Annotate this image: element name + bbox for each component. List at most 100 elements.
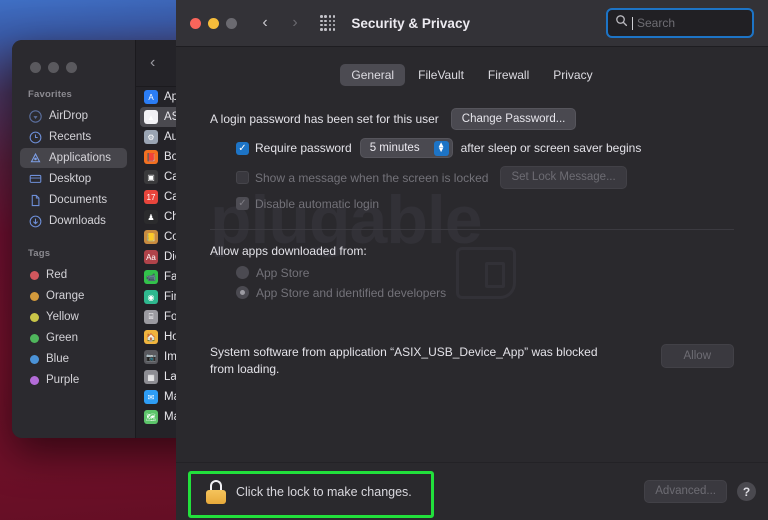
search-icon xyxy=(615,14,628,32)
require-password-checkbox[interactable]: ✓ xyxy=(236,142,249,155)
allow-option-label: App Store and identified developers xyxy=(256,286,446,300)
sidebar-item-label: Documents xyxy=(49,194,107,206)
back-button[interactable]: ‹ xyxy=(256,15,274,31)
sidebar-item-documents[interactable]: Documents xyxy=(20,190,127,210)
disable-auto-login-checkbox[interactable]: ✓ xyxy=(236,197,249,210)
app-icon: ⌸ xyxy=(144,310,158,324)
allow-apps-header-row: Allow apps downloaded from: xyxy=(210,244,734,258)
finder-zoom-button[interactable] xyxy=(66,62,77,73)
security-privacy-window[interactable]: ‹ › Security & Privacy Search plugable G… xyxy=(176,0,768,520)
require-password-label: Require password xyxy=(255,141,352,155)
tab-bar[interactable]: General FileVault Firewall Privacy xyxy=(176,47,768,86)
sidebar-tag-label: Blue xyxy=(46,353,69,365)
tab-filevault[interactable]: FileVault xyxy=(407,64,475,86)
require-password-suffix: after sleep or screen saver begins xyxy=(461,141,642,155)
sidebar-item-recents[interactable]: Recents xyxy=(20,127,127,147)
sidebar-item-label: AirDrop xyxy=(49,110,88,122)
sidebar-tag-yellow[interactable]: Yellow xyxy=(20,307,127,327)
sidebar-tag-label: Yellow xyxy=(46,311,79,323)
sidebar-tag-label: Purple xyxy=(46,374,79,386)
allow-option-identified-developers[interactable]: App Store and identified developers xyxy=(210,286,734,300)
finder-back-icon[interactable]: ‹ xyxy=(150,55,155,71)
sidebar-tag-red[interactable]: Red xyxy=(20,265,127,285)
tag-dot-icon xyxy=(30,292,39,301)
show-lock-message-row[interactable]: Show a message when the screen is locked… xyxy=(210,166,734,188)
stepper-icon[interactable]: ▲▼ xyxy=(434,141,449,156)
page-title: Security & Privacy xyxy=(351,16,470,31)
allow-option-app-store[interactable]: App Store xyxy=(210,266,734,280)
lock-control[interactable]: Click the lock to make changes. xyxy=(176,480,412,504)
allow-option-label: App Store xyxy=(256,266,309,280)
app-icon: 📕 xyxy=(144,150,158,164)
sidebar-item-label: Desktop xyxy=(49,173,91,185)
login-password-text: A login password has been set for this u… xyxy=(210,112,439,126)
disable-auto-login-label: Disable automatic login xyxy=(255,197,379,211)
finder-window-controls[interactable] xyxy=(12,40,135,73)
radio-app-store[interactable] xyxy=(236,266,249,279)
tag-dot-icon xyxy=(30,355,39,364)
app-icon: 17 xyxy=(144,190,158,204)
closed-padlock-icon[interactable] xyxy=(206,480,226,504)
password-interval-dropdown[interactable]: 5 minutes ▲▼ xyxy=(360,138,453,158)
app-icon: 🏠 xyxy=(144,330,158,344)
tab-general[interactable]: General xyxy=(340,64,405,86)
desktop-icon xyxy=(28,172,42,186)
sidebar-item-downloads[interactable]: Downloads xyxy=(20,211,127,231)
set-lock-message-button[interactable]: Set Lock Message... xyxy=(500,166,626,188)
radio-identified-developers[interactable] xyxy=(236,286,249,299)
finder-close-button[interactable] xyxy=(30,62,41,73)
bottom-right-controls: Advanced... ? xyxy=(644,480,756,502)
prefs-titlebar: ‹ › Security & Privacy Search xyxy=(176,0,768,47)
app-icon: 📹 xyxy=(144,270,158,284)
sidebar-tag-purple[interactable]: Purple xyxy=(20,370,127,390)
app-icon: ▦ xyxy=(144,370,158,384)
password-interval-value: 5 minutes xyxy=(370,142,420,154)
text-caret xyxy=(632,17,633,30)
forward-button[interactable]: › xyxy=(286,15,304,31)
general-panel: A login password has been set for this u… xyxy=(176,86,768,378)
sidebar-tag-label: Red xyxy=(46,269,67,281)
applications-icon xyxy=(28,151,42,165)
sidebar-item-desktop[interactable]: Desktop xyxy=(20,169,127,189)
document-icon xyxy=(28,193,42,207)
show-lock-message-label: Show a message when the screen is locked xyxy=(255,171,488,185)
app-icon: ✉ xyxy=(144,390,158,404)
close-button[interactable] xyxy=(190,18,201,29)
sidebar-tag-label: Green xyxy=(46,332,78,344)
sidebar-item-airdrop[interactable]: AirDrop xyxy=(20,106,127,126)
tab-firewall[interactable]: Firewall xyxy=(477,64,540,86)
app-icon: ▣ xyxy=(144,170,158,184)
download-icon xyxy=(28,214,42,228)
advanced-button[interactable]: Advanced... xyxy=(644,480,727,502)
app-icon: ♟ xyxy=(144,210,158,224)
app-icon: Aa xyxy=(144,250,158,264)
search-field[interactable]: Search xyxy=(606,8,754,38)
show-lock-message-checkbox[interactable] xyxy=(236,171,249,184)
require-password-row[interactable]: ✓ Require password 5 minutes ▲▼ after sl… xyxy=(210,138,734,158)
sidebar-tag-blue[interactable]: Blue xyxy=(20,349,127,369)
help-button[interactable]: ? xyxy=(737,482,756,501)
minimize-button[interactable] xyxy=(208,18,219,29)
search-input[interactable]: Search xyxy=(637,16,675,30)
sidebar-item-applications[interactable]: Applications xyxy=(20,148,127,168)
tab-privacy[interactable]: Privacy xyxy=(542,64,603,86)
allow-apps-header: Allow apps downloaded from: xyxy=(210,244,367,258)
finder-minimize-button[interactable] xyxy=(48,62,59,73)
sidebar-tag-green[interactable]: Green xyxy=(20,328,127,348)
sidebar-tag-label: Orange xyxy=(46,290,84,302)
finder-sidebar: Favorites AirDrop Recents Applications D… xyxy=(12,40,135,438)
favorites-header: Favorites xyxy=(12,73,135,105)
sidebar-item-label: Downloads xyxy=(49,215,106,227)
disable-auto-login-row[interactable]: ✓ Disable automatic login xyxy=(210,197,734,211)
clock-icon xyxy=(28,130,42,144)
change-password-button[interactable]: Change Password... xyxy=(451,108,577,130)
app-icon: 📒 xyxy=(144,230,158,244)
allow-button[interactable]: Allow xyxy=(661,344,734,368)
tags-header: Tags xyxy=(12,232,135,264)
login-password-row: A login password has been set for this u… xyxy=(210,108,734,130)
app-icon: 🗺 xyxy=(144,410,158,424)
sidebar-tag-orange[interactable]: Orange xyxy=(20,286,127,306)
zoom-button[interactable] xyxy=(226,18,237,29)
show-all-icon[interactable] xyxy=(320,15,335,30)
section-divider xyxy=(210,229,734,230)
